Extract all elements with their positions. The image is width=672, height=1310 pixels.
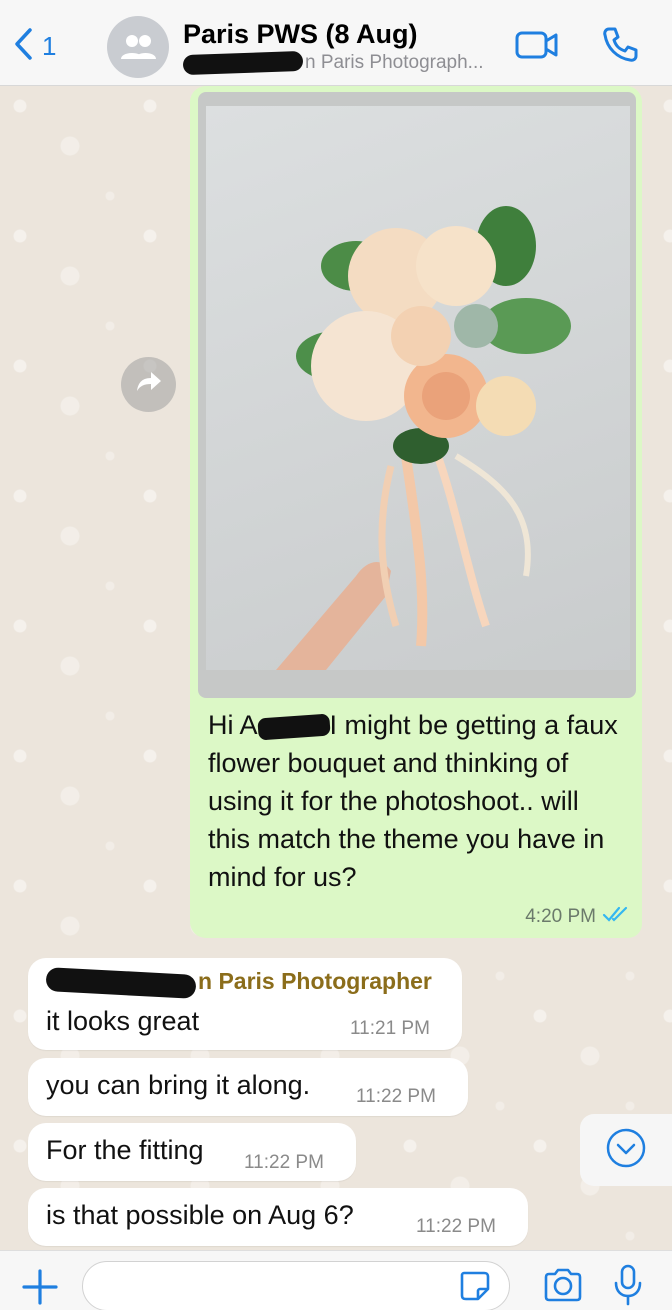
message-meta: 4:20 PM: [525, 906, 630, 928]
message-time: 4:20 PM: [525, 906, 596, 927]
sender-name-text: n Paris Photographer: [198, 968, 432, 994]
incoming-message[interactable]: n Paris Photographer it looks great 11:2…: [28, 958, 462, 1050]
sender-name[interactable]: n Paris Photographer: [45, 967, 432, 999]
chevron-left-icon: [12, 26, 34, 67]
redaction-mark: [182, 50, 304, 76]
outgoing-message[interactable]: Hi AI might be getting a faux flower bou…: [190, 86, 642, 938]
forward-button[interactable]: [121, 357, 176, 412]
chat-subtitle[interactable]: n Paris Photograph...: [182, 50, 484, 76]
redaction-mark: [256, 713, 331, 741]
chat-header: 1 Paris PWS (8 Aug) n Paris Photograph..…: [0, 0, 672, 86]
bouquet-photo[interactable]: [198, 92, 636, 698]
video-camera-icon[interactable]: [514, 28, 560, 67]
incoming-message[interactable]: is that possible on Aug 6? 11:22 PM: [28, 1188, 528, 1246]
chevron-down-circle-icon: [605, 1127, 647, 1174]
message-text-start: Hi A: [208, 710, 258, 740]
phone-icon[interactable]: [600, 25, 640, 70]
incoming-message[interactable]: you can bring it along. 11:22 PM: [28, 1058, 468, 1116]
message-text: For the fitting: [46, 1135, 204, 1165]
subtitle-text: n Paris Photograph...: [305, 52, 484, 73]
message-text: it looks great: [46, 1006, 200, 1036]
message-time: 11:22 PM: [356, 1086, 436, 1107]
message-text: you can bring it along.: [46, 1070, 311, 1100]
group-avatar-icon[interactable]: [107, 16, 169, 78]
message-input[interactable]: [82, 1261, 510, 1310]
back-button[interactable]: 1: [12, 26, 56, 67]
photo-background: [206, 106, 630, 670]
scroll-to-bottom-button[interactable]: [580, 1114, 672, 1186]
unread-count: 1: [42, 31, 57, 61]
chat-title[interactable]: Paris PWS (8 Aug): [183, 19, 418, 50]
message-text: is that possible on Aug 6?: [46, 1200, 354, 1230]
message-time: 11:22 PM: [416, 1216, 496, 1237]
outgoing-message-text: Hi AI might be getting a faux flower bou…: [208, 706, 628, 896]
message-time: 11:22 PM: [244, 1152, 324, 1173]
plus-icon[interactable]: [20, 1267, 60, 1310]
forward-arrow-icon: [135, 370, 163, 399]
composer-bar: [0, 1250, 672, 1310]
sticker-icon[interactable]: [458, 1269, 492, 1308]
camera-icon[interactable]: [542, 1267, 584, 1308]
incoming-message[interactable]: For the fitting 11:22 PM: [28, 1123, 356, 1181]
microphone-icon[interactable]: [612, 1263, 644, 1310]
redaction-mark: [45, 967, 197, 999]
bouquet-illustration: [276, 206, 571, 670]
message-time: 11:21 PM: [350, 1018, 430, 1039]
read-receipt-icon: [602, 906, 630, 928]
